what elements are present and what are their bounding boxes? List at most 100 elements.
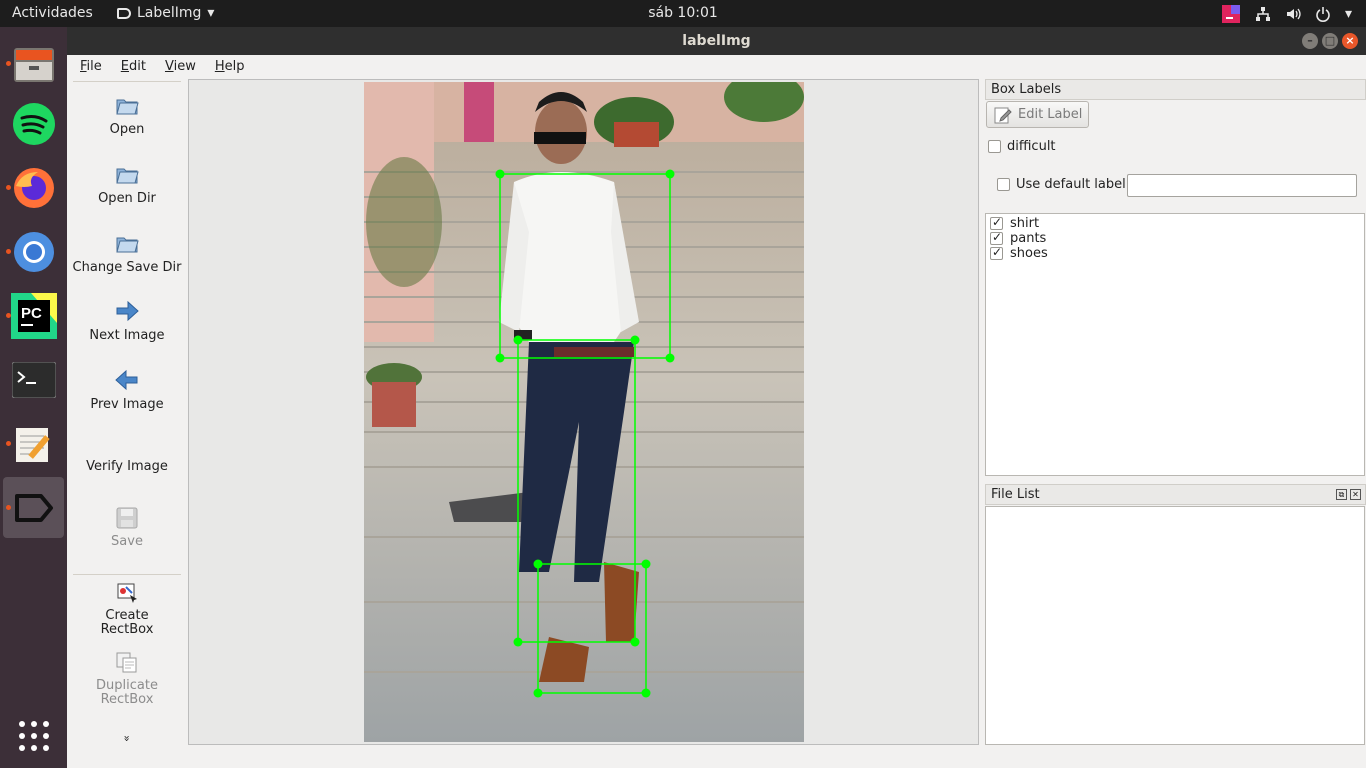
bbox-shoes[interactable] (537, 563, 647, 694)
save-icon (116, 507, 138, 529)
use-default-label-row[interactable]: Use default label (997, 177, 1126, 192)
edit-label-button[interactable]: Edit Label (986, 101, 1089, 128)
bbox-handle[interactable] (495, 353, 505, 363)
duplicate-rectbox-label-1: Duplicate (96, 678, 158, 693)
bbox-handle[interactable] (513, 637, 523, 647)
power-icon[interactable] (1315, 6, 1331, 22)
dock-show-apps[interactable] (3, 705, 64, 766)
labelimg-icon (14, 493, 53, 522)
close-icon[interactable]: ✕ (1350, 489, 1361, 500)
running-indicator (6, 249, 11, 254)
system-tray[interactable]: ▾ (1221, 4, 1352, 24)
running-indicator (6, 505, 11, 510)
running-indicator (6, 185, 11, 190)
difficult-label: difficult (1007, 139, 1056, 154)
menu-bar: File Edit View Help (67, 55, 1366, 79)
bbox-handle[interactable] (641, 688, 651, 698)
float-icon[interactable]: ⧉ (1336, 489, 1347, 500)
bbox-handle[interactable] (665, 169, 675, 179)
box-labels-panel: Box Labels Edit Label difficult Use defa… (985, 79, 1366, 479)
volume-icon[interactable] (1285, 6, 1301, 22)
next-image-button[interactable]: Next Image (69, 298, 185, 343)
dock-firefox[interactable] (3, 157, 64, 218)
label-list-item[interactable]: shirt (986, 215, 1364, 231)
dock-text-editor[interactable] (3, 413, 64, 474)
dock-terminal[interactable] (3, 349, 64, 410)
bbox-handle[interactable] (495, 169, 505, 179)
dock-labelimg[interactable] (3, 477, 64, 538)
label-list-item[interactable]: pants (986, 230, 1364, 246)
difficult-checkbox[interactable] (988, 140, 1001, 153)
prev-image-button[interactable]: Prev Image (69, 367, 185, 412)
label-list-item[interactable]: shoes (986, 245, 1364, 261)
clock[interactable]: sáb 10:01 (0, 5, 1366, 21)
label-name: shirt (1010, 216, 1040, 231)
pycharm-icon: PC (10, 292, 57, 339)
folder-open-icon (116, 237, 139, 253)
label-name: shoes (1010, 246, 1048, 261)
network-icon[interactable] (1255, 6, 1271, 22)
image-canvas[interactable] (188, 79, 979, 745)
annotated-photo[interactable] (364, 82, 804, 742)
caret-down-icon[interactable]: ▾ (1345, 6, 1352, 22)
verify-image-button[interactable]: Verify Image (69, 459, 185, 474)
files-icon (13, 47, 54, 82)
label-name: pants (1010, 231, 1047, 246)
bbox-handle[interactable] (533, 688, 543, 698)
use-default-label-text: Use default label (1016, 177, 1126, 192)
maximize-icon[interactable]: □ (1322, 33, 1338, 49)
dock-files[interactable] (3, 33, 64, 94)
svg-text:PC: PC (21, 305, 42, 322)
dock-spotify[interactable] (3, 93, 64, 154)
bbox-shirt[interactable] (499, 173, 671, 359)
status-bar (67, 746, 1366, 768)
file-list-title: File List (991, 487, 1040, 502)
running-indicator (6, 61, 11, 66)
duplicate-rectbox-label-2: RectBox (100, 692, 154, 707)
default-label-input[interactable] (1127, 174, 1357, 197)
bbox-handle[interactable] (665, 353, 675, 363)
chromium-icon (13, 231, 54, 272)
bbox-handle[interactable] (630, 637, 640, 647)
file-list[interactable] (985, 506, 1365, 745)
toolbar-separator (73, 574, 181, 575)
annotation-overlay (495, 169, 675, 698)
open-button[interactable]: Open (69, 92, 185, 137)
top-bar: Actividades LabelImg ▾ sáb 10:01 ▾ (0, 0, 1366, 27)
create-rectbox-label-1: Create (105, 608, 149, 623)
folder-open-icon (116, 99, 139, 115)
change-save-dir-button[interactable]: Change Save Dir (69, 230, 185, 275)
window-titlebar[interactable]: labelImg – □ × (67, 27, 1366, 55)
bbox-handle[interactable] (641, 559, 651, 569)
difficult-checkbox-row[interactable]: difficult (988, 139, 1056, 154)
close-icon[interactable]: × (1342, 33, 1358, 49)
bbox-handle[interactable] (533, 559, 543, 569)
bbox-handle[interactable] (630, 335, 640, 345)
bbox-handle[interactable] (513, 335, 523, 345)
save-button[interactable]: Save (69, 506, 185, 549)
open-dir-button[interactable]: Open Dir (69, 161, 185, 206)
menu-file[interactable]: File (80, 55, 111, 79)
label-visibility-checkbox[interactable] (990, 215, 1003, 230)
label-visibility-checkbox[interactable] (990, 245, 1003, 260)
arrow-left-icon (115, 369, 138, 391)
next-image-label: Next Image (89, 328, 165, 343)
use-default-label-checkbox[interactable] (997, 178, 1010, 191)
label-list[interactable]: shirt pants shoes (985, 213, 1365, 476)
menu-help[interactable]: Help (215, 55, 254, 79)
label-visibility-checkbox[interactable] (990, 230, 1003, 245)
toolbar-extension-button[interactable]: » (121, 734, 134, 744)
minimize-icon[interactable]: – (1302, 33, 1318, 49)
bbox-pants[interactable] (517, 339, 636, 643)
create-rectbox-button[interactable]: Create RectBox (69, 581, 185, 637)
spotify-icon (12, 102, 55, 145)
jetbrains-toolbox-icon[interactable] (1221, 4, 1241, 24)
menu-edit[interactable]: Edit (121, 55, 155, 79)
create-rectbox-label-2: RectBox (100, 622, 154, 637)
menu-view[interactable]: View (165, 55, 205, 79)
duplicate-rectbox-button[interactable]: Duplicate RectBox (69, 651, 185, 707)
toolbar-grip (73, 81, 181, 82)
dock-pycharm[interactable]: PC (3, 285, 64, 346)
file-list-header: File List ⧉ ✕ (985, 484, 1366, 505)
dock-chromium[interactable] (3, 221, 64, 282)
